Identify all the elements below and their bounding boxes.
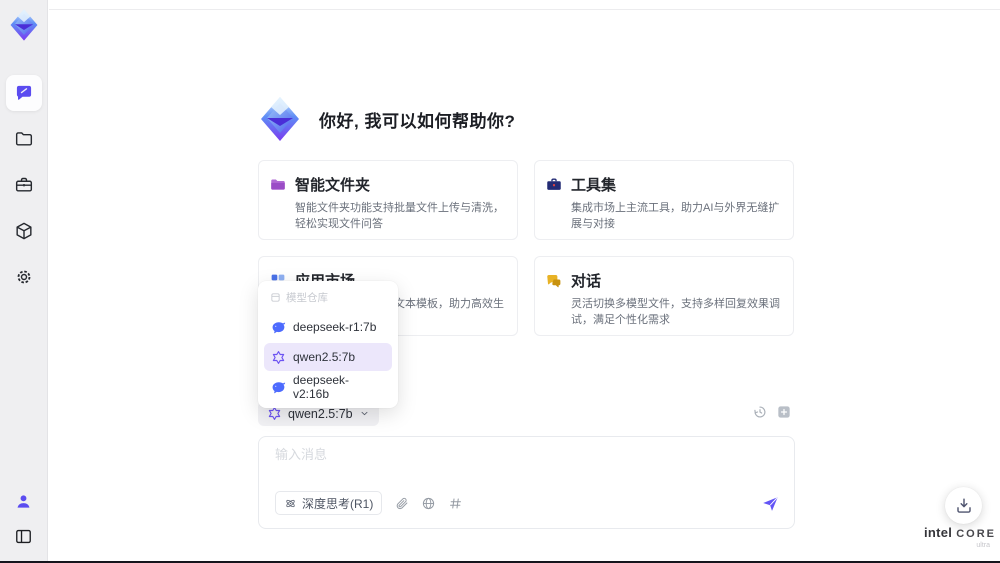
sidebar-item-chat[interactable]: [5, 75, 42, 111]
card-head: 工具集: [545, 174, 787, 195]
sidebar-item-collapse[interactable]: [6, 523, 42, 549]
cube-icon: [15, 222, 32, 240]
model-dropdown: 模型仓库 deepseek-r1:7b qwen2.5:7b deepseek-…: [258, 281, 398, 408]
paperclip-icon[interactable]: [394, 496, 409, 511]
card-title: 对话: [571, 273, 602, 290]
sidebar-nav: [5, 75, 42, 295]
card-toolset[interactable]: 工具集 集成市场上主流工具，助力AI与外界无缝扩展与对接: [534, 160, 794, 240]
sidebar-item-folders[interactable]: [6, 121, 42, 157]
card-description: 智能文件夹功能支持批量文件上传与清洗，轻松实现文件问答: [295, 202, 504, 230]
model-option-deepseek-v2[interactable]: deepseek-v2:16b: [264, 373, 392, 401]
sidebar-bottom: [6, 488, 42, 549]
top-divider: [49, 9, 1000, 10]
app-logo-icon: [261, 97, 299, 141]
chat-input-card: 深度思考(R1): [258, 436, 795, 529]
download-icon: [956, 497, 971, 513]
deep-think-toggle[interactable]: 深度思考(R1): [275, 491, 383, 515]
sidebar: [0, 0, 48, 561]
app-logo-icon: [10, 9, 37, 41]
intel-core-logo: intel core ultra: [924, 524, 996, 549]
model-dropdown-group: 模型仓库: [264, 289, 392, 311]
sidebar-item-account[interactable]: [6, 488, 42, 514]
download-fab[interactable]: [945, 487, 982, 524]
intel-text: intel: [924, 525, 953, 540]
chevron-down-icon: [361, 411, 368, 416]
model-option-label: qwen2.5:7b: [293, 350, 356, 364]
card-title: 智能文件夹: [295, 177, 371, 194]
model-option-label: deepseek-r1:7b: [293, 320, 377, 334]
model-option-label: deepseek-v2:16b: [293, 373, 350, 401]
model-selector-value: qwen2.5:7b: [288, 406, 353, 421]
user-icon: [17, 494, 30, 508]
card-smart-folder[interactable]: 智能文件夹 智能文件夹功能支持批量文件上传与清洗，轻松实现文件问答: [258, 160, 518, 240]
qwen-icon: [272, 350, 285, 364]
app-window: 你好, 我可以如何帮助你? 智能文件夹 智能文件夹功能支持批量文件上传与清洗，轻…: [0, 0, 1000, 563]
greeting-title: 你好, 我可以如何帮助你?: [319, 111, 516, 131]
intel-wordmark: intel core: [924, 524, 996, 542]
repo-icon: [271, 293, 280, 302]
deepseek-icon: [272, 381, 286, 393]
toolbox-icon: [15, 177, 32, 192]
new-chat-icon[interactable]: [776, 404, 792, 420]
card-description: 灵活切换多模型文件，支持多样回复效果调试，满足个性化需求: [571, 298, 780, 326]
card-head: 对话: [545, 270, 787, 291]
message-input[interactable]: [275, 447, 715, 462]
atom-icon: [286, 499, 295, 507]
core-text: core: [956, 528, 997, 540]
send-icon[interactable]: [761, 494, 780, 513]
toolset-icon: [547, 177, 561, 190]
ultra-text: ultra: [976, 542, 990, 549]
deep-think-label: 深度思考(R1): [302, 496, 374, 511]
dialog-icon: [547, 274, 561, 287]
model-option-deepseek-r1[interactable]: deepseek-r1:7b: [264, 313, 392, 341]
hash-icon[interactable]: [448, 496, 463, 511]
folder-icon: [15, 132, 32, 146]
qwen-icon: [268, 407, 281, 420]
deepseek-icon: [272, 321, 286, 333]
sidebar-item-toolbox[interactable]: [6, 167, 42, 203]
chat-icon: [16, 85, 31, 100]
card-head: 智能文件夹: [269, 174, 511, 195]
history-icon[interactable]: [752, 404, 768, 420]
model-option-qwen[interactable]: qwen2.5:7b: [264, 343, 392, 371]
card-description: 集成市场上主流工具，助力AI与外界无缝扩展与对接: [571, 202, 780, 230]
chat-actions: [752, 404, 792, 420]
smart-folder-icon: [271, 179, 285, 190]
card-title: 工具集: [571, 177, 617, 194]
input-toolbar: 深度思考(R1): [275, 491, 780, 515]
panel-toggle-icon: [16, 529, 31, 543]
gear-icon: [17, 270, 30, 284]
sidebar-item-models[interactable]: [6, 213, 42, 249]
sidebar-item-settings[interactable]: [6, 259, 42, 295]
greeting: 你好, 我可以如何帮助你?: [256, 95, 515, 143]
model-group-label: 模型仓库: [286, 292, 328, 304]
globe-icon[interactable]: [421, 496, 436, 511]
card-chat[interactable]: 对话 灵活切换多模型文件，支持多样回复效果调试，满足个性化需求: [534, 256, 794, 336]
